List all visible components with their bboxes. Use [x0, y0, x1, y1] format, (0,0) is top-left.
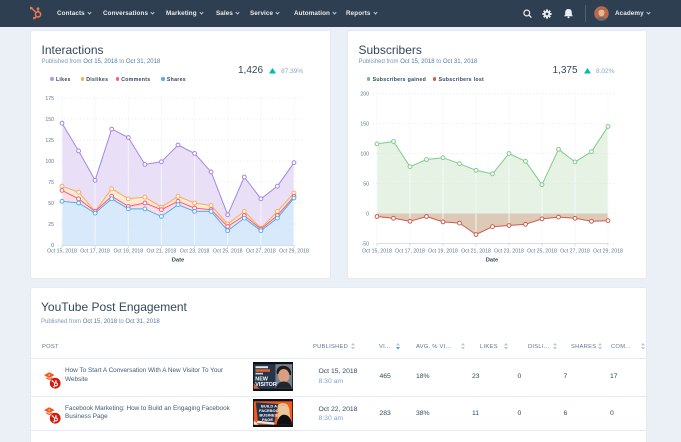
svg-text:Oct 21, 2018: Oct 21, 2018: [461, 249, 491, 255]
svg-text:Oct 25, 2018: Oct 25, 2018: [527, 249, 557, 255]
svg-text:Oct 15, 2018: Oct 15, 2018: [47, 249, 77, 255]
svg-text:Oct 23, 2018: Oct 23, 2018: [494, 249, 524, 255]
svg-text:0: 0: [366, 211, 369, 217]
svg-text:Date: Date: [486, 258, 499, 264]
svg-text:Oct 29, 2018: Oct 29, 2018: [593, 249, 623, 255]
svg-text:75: 75: [48, 180, 54, 186]
svg-text:Oct 17, 2018: Oct 17, 2018: [395, 249, 425, 255]
svg-text:175: 175: [45, 96, 54, 102]
svg-text:Oct 25, 2018: Oct 25, 2018: [213, 249, 243, 255]
svg-text:Oct 27, 2018: Oct 27, 2018: [246, 249, 276, 255]
svg-text:Oct 19, 2018: Oct 19, 2018: [428, 249, 458, 255]
svg-text:Date: Date: [172, 258, 185, 264]
svg-text:Oct 23, 2018: Oct 23, 2018: [180, 249, 210, 255]
svg-text:Oct 29, 2018: Oct 29, 2018: [279, 249, 309, 255]
svg-text:50: 50: [48, 201, 54, 207]
svg-text:Oct 21, 2018: Oct 21, 2018: [147, 249, 177, 255]
svg-text:Oct 27, 2018: Oct 27, 2018: [560, 249, 590, 255]
svg-text:25: 25: [48, 222, 54, 228]
svg-text:-50: -50: [362, 241, 370, 247]
svg-text:Oct 19, 2018: Oct 19, 2018: [113, 249, 143, 255]
svg-text:150: 150: [360, 121, 369, 127]
svg-text:100: 100: [360, 151, 369, 157]
svg-text:PAGE: PAGE: [262, 417, 273, 422]
svg-text:Oct 17, 2018: Oct 17, 2018: [80, 249, 110, 255]
svg-text:Oct 15, 2018: Oct 15, 2018: [362, 249, 392, 255]
svg-text:50: 50: [363, 181, 369, 187]
svg-text:150: 150: [45, 117, 54, 123]
svg-text:125: 125: [45, 138, 54, 144]
svg-text:VISITOR: VISITOR: [255, 382, 277, 388]
svg-text:200: 200: [360, 91, 369, 97]
svg-text:100: 100: [45, 159, 54, 165]
